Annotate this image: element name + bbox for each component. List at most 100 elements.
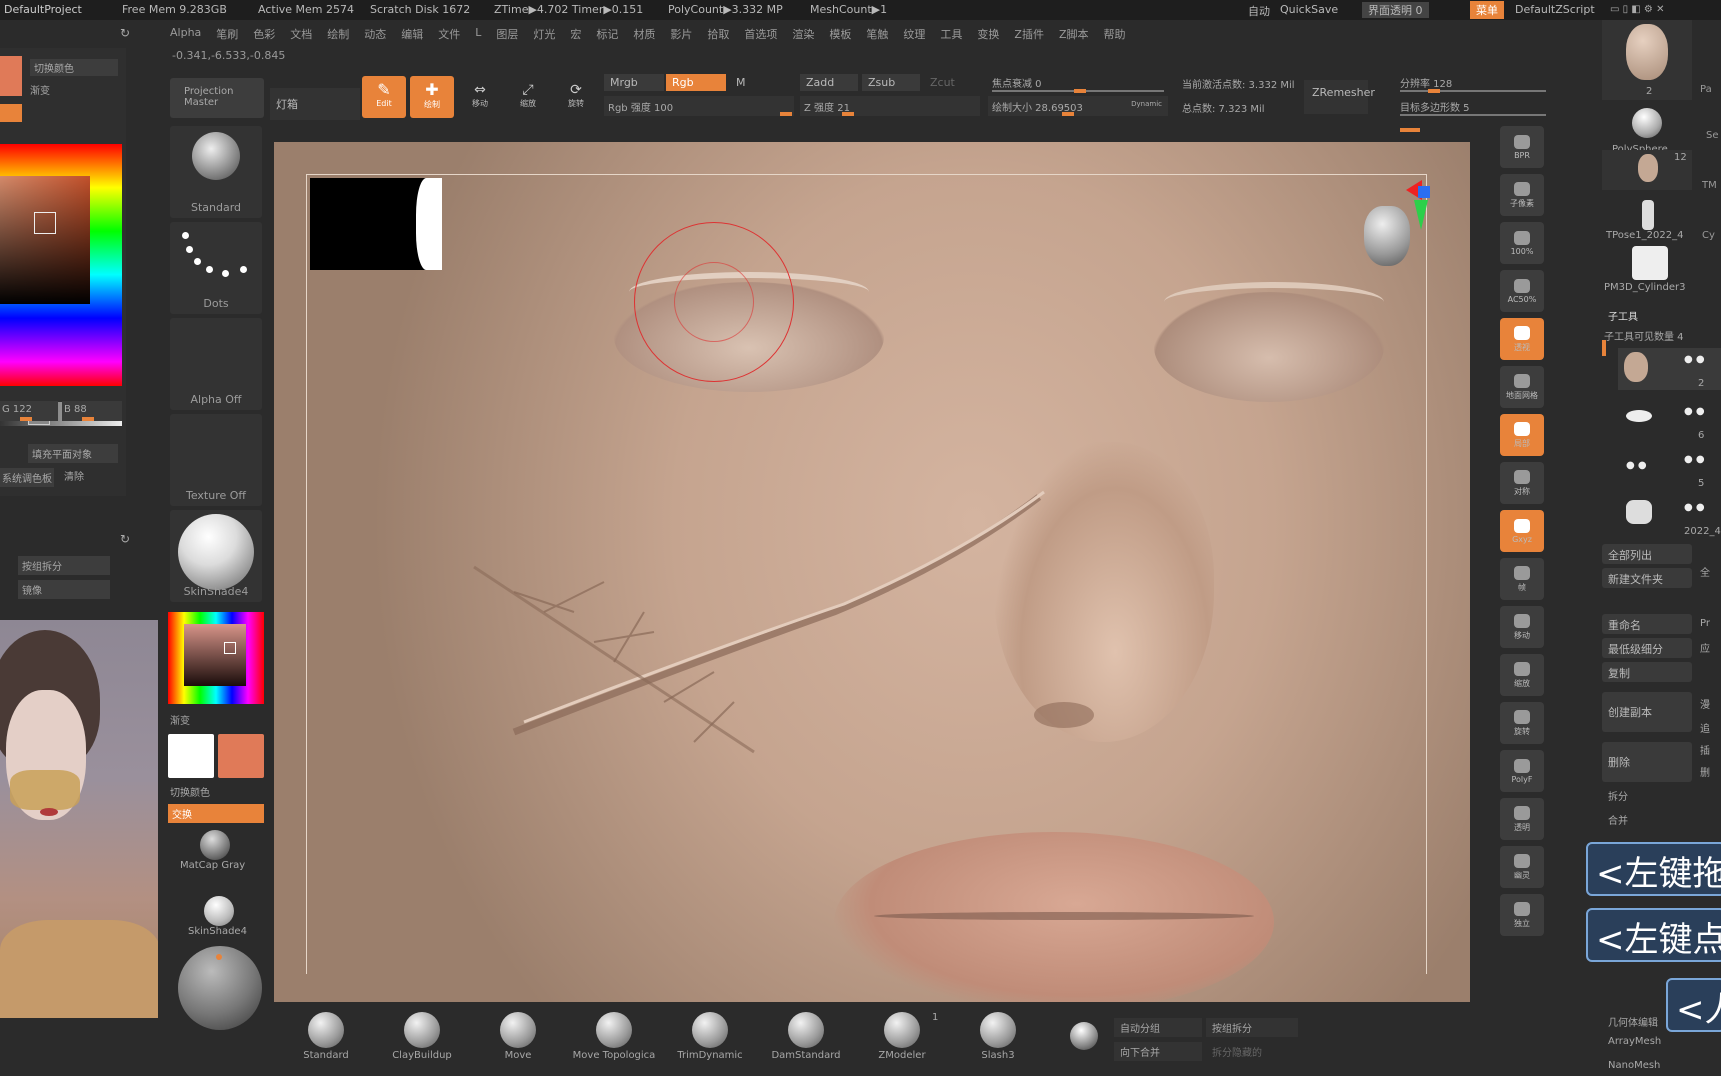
ui-transparency-slider[interactable]: 界面透明 0 (1362, 2, 1429, 18)
z-intensity-slider[interactable]: Z 强度 21 (800, 96, 980, 116)
quick-brush[interactable]: Slash3 (952, 1010, 1044, 1072)
auto-group-button[interactable]: 自动分组 (1114, 1018, 1202, 1037)
quick-brush[interactable]: DamStandard (760, 1010, 852, 1072)
menu-item[interactable]: L (475, 26, 481, 42)
alpha-selector[interactable]: Alpha Off (170, 318, 262, 410)
shelf-button[interactable]: 旋转 (1500, 702, 1544, 744)
swap-button[interactable]: 交换 (168, 804, 264, 823)
g-slider[interactable]: G 122 (0, 401, 58, 421)
stroke-selector[interactable]: Dots (170, 222, 262, 314)
shelf-button[interactable]: 100% (1500, 222, 1544, 264)
subtool-title[interactable]: 子工具 (1608, 308, 1638, 323)
default-zscript[interactable]: DefaultZScript (1515, 3, 1595, 16)
menu-item[interactable]: 工具 (940, 26, 962, 42)
saturation-square[interactable] (0, 176, 90, 304)
split-group-button[interactable]: 按组拆分 (1206, 1018, 1298, 1037)
menu-item[interactable]: 色彩 (253, 26, 275, 42)
shelf-button[interactable]: PolyF (1500, 750, 1544, 792)
zcut-button[interactable]: Zcut (924, 74, 961, 91)
subtool-item-4[interactable]: ● ● 2022_4 (1618, 496, 1721, 538)
b-slider[interactable]: B 88 (62, 401, 122, 421)
menu-button[interactable]: 菜单 (1470, 1, 1504, 19)
menu-item[interactable]: 纹理 (903, 26, 925, 42)
subtool-item-head[interactable]: ● ● 2 (1618, 348, 1721, 390)
subtool-item-3[interactable]: ● ● ● ● 5 (1618, 448, 1721, 490)
shelf-button[interactable]: 独立 (1500, 894, 1544, 936)
refresh-icon[interactable]: ↻ (120, 532, 130, 546)
quick-brush[interactable]: ClayBuildup (376, 1010, 468, 1072)
quick-brush[interactable]: TrimDynamic (664, 1010, 756, 1072)
shelf-button[interactable]: 局部 (1500, 414, 1544, 456)
rename-button[interactable]: 重命名 (1602, 614, 1692, 634)
tpose-thumb[interactable]: 12 (1602, 150, 1692, 190)
quick-brush[interactable]: Move Topologica (568, 1010, 660, 1072)
shelf-button[interactable]: 对称 (1500, 462, 1544, 504)
visibility-icon[interactable]: ● ● (1684, 406, 1705, 417)
hue-color-picker[interactable] (0, 144, 122, 386)
system-palette-button[interactable]: 系统调色板 (0, 468, 54, 487)
switch-color-button[interactable]: 切换颜色 (30, 59, 118, 76)
mrgb-button[interactable]: Mrgb (604, 74, 664, 91)
subtool-item-2[interactable]: ● ● 6 (1618, 400, 1721, 442)
material-selector[interactable]: SkinShade4 (170, 510, 262, 602)
split-hidden-button[interactable]: 拆分隐藏的 (1206, 1042, 1268, 1061)
nanomesh-section[interactable]: NanoMesh (1608, 1060, 1660, 1071)
color-picker-cursor[interactable] (34, 212, 56, 234)
scale-button[interactable]: ⤢ 缩放 (506, 76, 550, 118)
geometry-section[interactable]: 几何体编辑 (1608, 1014, 1658, 1029)
primary-color-swatch[interactable] (168, 734, 214, 778)
menu-item[interactable]: 影片 (670, 26, 692, 42)
menu-item[interactable]: 首选项 (744, 26, 777, 42)
visibility-icon[interactable]: ● ● (1684, 454, 1705, 465)
move-button[interactable]: ⇔ 移动 (458, 76, 502, 118)
menu-item[interactable]: 拾取 (707, 26, 729, 42)
menu-item[interactable]: 帮助 (1104, 26, 1126, 42)
shelf-button[interactable]: 帧 (1500, 558, 1544, 600)
menu-item[interactable]: 笔触 (866, 26, 888, 42)
small-saturation-square[interactable] (184, 624, 246, 686)
secondary-color-swatch[interactable] (218, 734, 264, 778)
rgb-intensity-slider[interactable]: Rgb 强度 100 (604, 96, 794, 116)
skinshade-sphere-icon[interactable] (204, 896, 234, 926)
menu-item[interactable]: Z脚本 (1059, 26, 1089, 42)
split-by-group-button[interactable]: 按组拆分 (18, 556, 110, 575)
menu-item[interactable]: 标记 (596, 26, 618, 42)
clear-button[interactable]: 清除 (64, 468, 84, 483)
shelf-button[interactable]: 子像素 (1500, 174, 1544, 216)
visibility-icon[interactable]: ● ● (1684, 502, 1705, 513)
navigation-thumbnail[interactable] (310, 178, 442, 270)
menu-item[interactable]: 模板 (829, 26, 851, 42)
refresh-icon[interactable]: ↻ (120, 26, 130, 40)
dynamesh-icon[interactable] (1070, 1022, 1098, 1050)
duplicate-button[interactable]: 创建副本 (1602, 692, 1692, 732)
zadd-button[interactable]: Zadd (800, 74, 858, 91)
menu-item[interactable]: 文档 (290, 26, 312, 42)
copy-button[interactable]: 复制 (1602, 662, 1692, 682)
zsub-button[interactable]: Zsub (862, 74, 920, 91)
secondary-color-swatch[interactable] (0, 104, 22, 122)
rgb-button[interactable]: Rgb (666, 74, 726, 91)
gradient-label[interactable]: 渐变 (30, 82, 50, 97)
menu-item[interactable]: 文件 (438, 26, 460, 42)
cylinder-thumb[interactable]: PM3D_Cylinder3 (1602, 246, 1692, 296)
matcap-sphere-icon[interactable] (200, 830, 230, 860)
viewport[interactable] (274, 142, 1470, 1002)
shelf-button[interactable]: BPR (1500, 126, 1544, 168)
target-polys-slider[interactable]: 目标多边形数 5 (1398, 96, 1548, 116)
shelf-button[interactable]: 透明 (1500, 798, 1544, 840)
new-folder-button[interactable]: 新建文件夹 (1602, 568, 1692, 588)
focal-shift-slider[interactable]: 焦点衰减 0 (988, 72, 1168, 93)
menu-item[interactable]: 动态 (364, 26, 386, 42)
menu-item[interactable]: 宏 (570, 26, 581, 42)
orientation-gizmo[interactable] (1364, 180, 1430, 282)
rotate-button[interactable]: ⟳ 旋转 (554, 76, 598, 118)
zremesher-button[interactable]: ZRemesher (1304, 80, 1375, 114)
texture-selector[interactable]: Texture Off (170, 414, 262, 506)
draw-button[interactable]: ✚ 绘制 (410, 76, 454, 118)
menu-item[interactable]: Alpha (170, 26, 201, 42)
fill-object-button[interactable]: 填充平面对象 (28, 444, 118, 463)
auto-label[interactable]: 自动 (1248, 3, 1270, 19)
edit-button[interactable]: ✎ Edit (362, 76, 406, 118)
menu-item[interactable]: 渲染 (792, 26, 814, 42)
quicksave-button[interactable]: QuickSave (1280, 3, 1338, 16)
